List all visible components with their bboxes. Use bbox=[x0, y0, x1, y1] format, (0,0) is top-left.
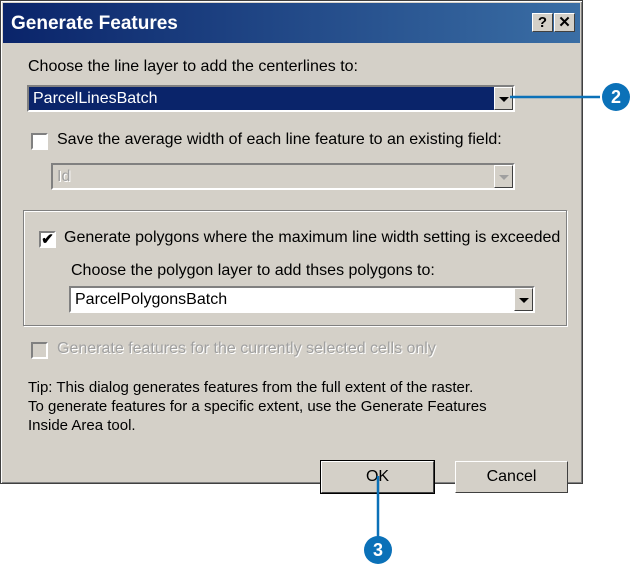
callout-2: 2 bbox=[602, 83, 630, 111]
selected-cells-checkbox bbox=[31, 342, 48, 359]
line-layer-dropdown[interactable]: ParcelLinesBatch bbox=[27, 85, 515, 112]
polygon-layer-label: Choose the polygon layer to add thses po… bbox=[71, 262, 435, 279]
generate-polygons-checkbox[interactable]: ✔ bbox=[39, 231, 56, 248]
ok-button[interactable]: OK bbox=[320, 460, 435, 494]
save-width-label: Save the average width of each line feat… bbox=[57, 131, 502, 148]
generate-polygons-label: Generate polygons where the maximum line… bbox=[64, 229, 561, 246]
polygon-settings-group: ✔ Generate polygons where the maximum li… bbox=[23, 210, 567, 326]
tip-line-3: Inside Area tool. bbox=[28, 417, 136, 434]
chevron-down-icon[interactable] bbox=[514, 288, 533, 311]
selected-cells-label: Generate features for the currently sele… bbox=[57, 340, 436, 357]
width-field-dropdown: Id bbox=[51, 163, 515, 190]
save-width-checkbox[interactable] bbox=[31, 133, 48, 150]
tip-line-2: To generate features for a specific exte… bbox=[28, 398, 487, 415]
callout-3: 3 bbox=[364, 536, 392, 564]
chevron-down-icon[interactable] bbox=[494, 87, 513, 110]
dialog-title: Generate Features bbox=[11, 13, 178, 34]
polygon-layer-dropdown[interactable]: ParcelPolygonsBatch bbox=[69, 286, 535, 313]
cancel-button[interactable]: Cancel bbox=[455, 461, 568, 493]
generate-features-dialog: Generate Features ? ✕ Choose the line la… bbox=[0, 0, 583, 494]
chevron-down-icon bbox=[494, 165, 513, 188]
line-layer-label: Choose the line layer to add the centerl… bbox=[28, 58, 358, 75]
tip-line-1: Tip: This dialog generates features from… bbox=[28, 379, 474, 396]
help-button[interactable]: ? bbox=[532, 13, 553, 32]
polygon-layer-value: ParcelPolygonsBatch bbox=[75, 291, 228, 308]
close-button[interactable]: ✕ bbox=[554, 13, 575, 32]
line-layer-value: ParcelLinesBatch bbox=[33, 90, 158, 107]
width-field-value: Id bbox=[57, 168, 71, 185]
title-bar[interactable]: Generate Features ? ✕ bbox=[3, 3, 580, 43]
